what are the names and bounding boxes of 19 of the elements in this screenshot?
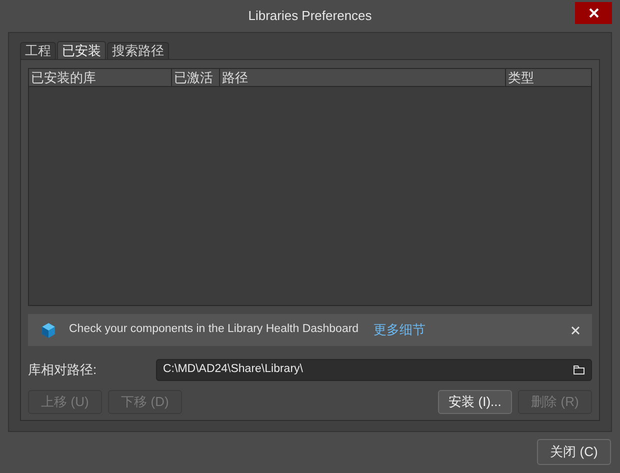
banner-message: Check your components in the Library Health Dashboard: [69, 322, 359, 338]
field-label: 库相对路径:: [28, 361, 98, 380]
column-header[interactable]: 类型: [505, 69, 591, 86]
tab[interactable]: 搜索路径: [107, 42, 169, 59]
window-title: Libraries Preferences: [248, 7, 372, 26]
column-header[interactable]: 路径: [219, 69, 505, 86]
close-button[interactable]: [575, 2, 612, 24]
close-icon: [588, 8, 598, 18]
more-details-link[interactable]: 更多细节: [374, 320, 426, 340]
path-field[interactable]: C:\MD\AD24\Share\Library\: [156, 359, 592, 381]
column-header[interactable]: 已安装的库: [29, 69, 171, 86]
close-dialog-button[interactable]: 关闭 (C): [537, 439, 611, 465]
cube-icon: [40, 322, 57, 338]
folder-icon[interactable]: [573, 365, 585, 375]
column-header[interactable]: 已激活: [171, 69, 219, 86]
close-icon[interactable]: [571, 326, 580, 334]
tab[interactable]: 工程: [20, 42, 56, 59]
tab[interactable]: 已安装: [57, 41, 106, 59]
action-button[interactable]: 安装 (I)...: [438, 390, 512, 414]
